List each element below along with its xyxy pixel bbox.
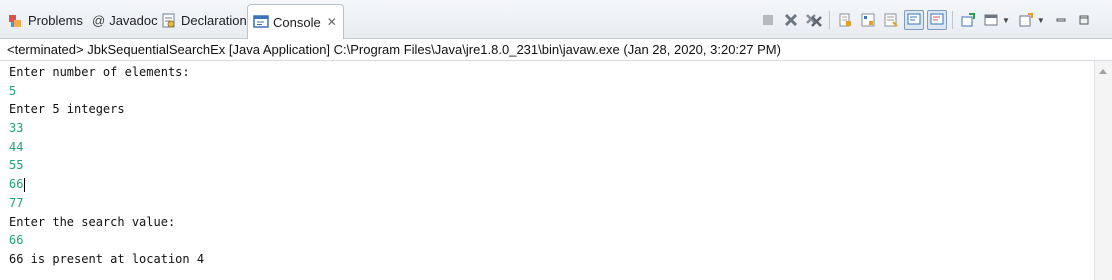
console-line: 44 xyxy=(9,139,24,154)
view-tab-bar: Problems @ Javadoc Declaration Console ✕ xyxy=(0,0,1112,39)
scroll-lock-icon[interactable] xyxy=(858,10,878,30)
console-line: 5 xyxy=(9,83,17,98)
console-toolbar: ▼ ▼ xyxy=(758,8,1097,32)
text-caret xyxy=(24,177,26,192)
console-icon xyxy=(253,15,269,28)
console-line: Enter number of elements: xyxy=(9,65,190,79)
tab-label: Problems xyxy=(28,13,83,28)
console-line-with-caret: 66 xyxy=(9,175,1094,194)
console-line: 33 xyxy=(9,121,24,136)
console-line: 66 xyxy=(9,233,24,248)
tab-label: Console xyxy=(273,14,321,30)
console-line: Enter the search value: xyxy=(9,214,176,229)
tab-label: Declaration xyxy=(181,13,247,28)
problems-icon xyxy=(9,14,21,27)
javadoc-icon: @ xyxy=(92,13,106,28)
tab-console[interactable]: Console ✕ xyxy=(247,4,344,39)
console-line-text: 66 xyxy=(9,177,24,192)
launch-status-line: <terminated> JbkSequentialSearchEx [Java… xyxy=(0,39,1112,61)
pin-console-icon[interactable] xyxy=(958,10,978,30)
toolbar-separator xyxy=(952,11,953,29)
display-console-icon[interactable] xyxy=(981,10,1001,30)
remove-all-terminated-icon[interactable] xyxy=(804,10,824,30)
minimize-icon[interactable] xyxy=(1051,10,1071,30)
show-on-stdout-icon[interactable] xyxy=(904,10,924,30)
tab-javadoc[interactable]: @ Javadoc xyxy=(92,7,158,34)
console-line: 66 is present at location 4 xyxy=(9,251,205,266)
declaration-icon xyxy=(162,13,175,27)
chevron-down-icon[interactable]: ▼ xyxy=(1002,16,1010,25)
maximize-icon[interactable] xyxy=(1074,10,1094,30)
show-on-stderr-icon[interactable] xyxy=(927,10,947,30)
clear-console-icon[interactable] xyxy=(835,10,855,30)
close-icon[interactable]: ✕ xyxy=(327,15,337,29)
tab-declaration[interactable]: Declaration xyxy=(161,7,247,34)
tab-label: Javadoc xyxy=(109,13,158,28)
chevron-down-icon[interactable]: ▼ xyxy=(1037,16,1045,25)
console-line: 55 xyxy=(9,158,24,173)
console-output[interactable]: Enter number of elements: 5 Enter 5 inte… xyxy=(0,61,1094,280)
remove-launch-icon[interactable] xyxy=(781,10,801,30)
vertical-scrollbar[interactable] xyxy=(1094,61,1112,280)
terminate-icon[interactable] xyxy=(758,10,778,30)
console-line: 77 xyxy=(9,195,24,210)
toolbar-separator xyxy=(829,11,830,29)
console-line: Enter 5 integers xyxy=(9,102,125,117)
open-console-icon[interactable] xyxy=(1016,10,1036,30)
word-wrap-icon[interactable] xyxy=(881,10,901,30)
scroll-up-icon[interactable] xyxy=(1099,69,1107,74)
tab-problems[interactable]: Problems xyxy=(8,7,83,34)
